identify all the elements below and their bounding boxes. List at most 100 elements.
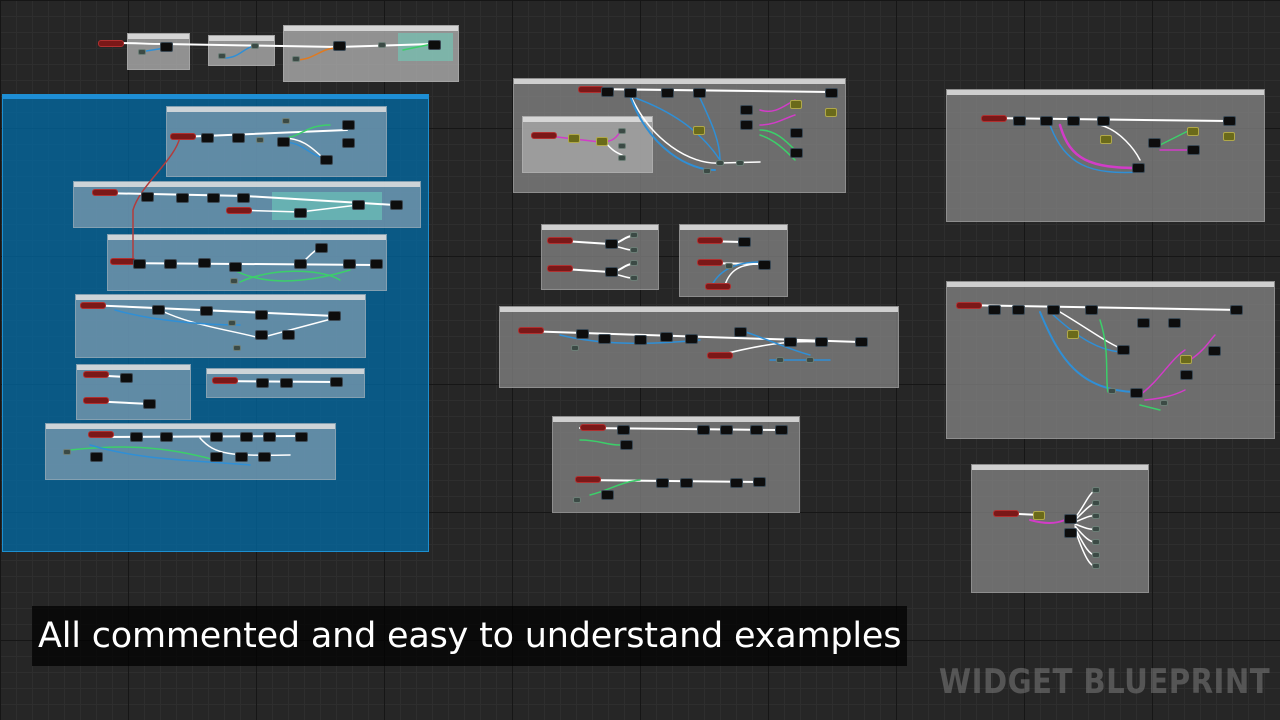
comment-box[interactable] [208, 35, 275, 66]
function-node[interactable] [576, 329, 589, 339]
function-node[interactable] [277, 137, 290, 147]
event-node[interactable] [83, 397, 109, 404]
function-node[interactable] [1180, 370, 1193, 380]
pure-node[interactable] [693, 126, 705, 135]
function-node[interactable] [775, 425, 788, 435]
variable-node[interactable] [1092, 552, 1100, 558]
event-node[interactable] [531, 132, 557, 139]
function-node[interactable] [200, 306, 213, 316]
function-node[interactable] [198, 258, 211, 268]
function-node[interactable] [1097, 116, 1110, 126]
function-node[interactable] [656, 478, 669, 488]
function-node[interactable] [1013, 116, 1026, 126]
function-node[interactable] [1064, 514, 1077, 524]
function-node[interactable] [133, 259, 146, 269]
event-node[interactable] [707, 352, 733, 359]
function-node[interactable] [620, 440, 633, 450]
variable-node[interactable] [1092, 513, 1100, 519]
function-node[interactable] [1132, 163, 1145, 173]
variable-node[interactable] [630, 260, 638, 266]
comment-box[interactable] [522, 116, 653, 173]
function-node[interactable] [328, 311, 341, 321]
function-node[interactable] [634, 335, 647, 345]
variable-node[interactable] [282, 118, 290, 124]
function-node[interactable] [753, 477, 766, 487]
function-node[interactable] [758, 260, 771, 270]
event-node[interactable] [575, 476, 601, 483]
event-node[interactable] [697, 237, 723, 244]
variable-node[interactable] [63, 449, 71, 455]
variable-node[interactable] [703, 168, 711, 174]
function-node[interactable] [784, 337, 797, 347]
function-node[interactable] [720, 425, 733, 435]
function-node[interactable] [1040, 116, 1053, 126]
function-node[interactable] [598, 334, 611, 344]
variable-node[interactable] [230, 278, 238, 284]
function-node[interactable] [342, 120, 355, 130]
variable-node[interactable] [571, 345, 579, 351]
function-node[interactable] [1187, 145, 1200, 155]
event-node[interactable] [547, 237, 573, 244]
function-node[interactable] [790, 148, 803, 158]
variable-node[interactable] [378, 42, 386, 48]
function-node[interactable] [160, 432, 173, 442]
function-node[interactable] [855, 337, 868, 347]
function-node[interactable] [815, 337, 828, 347]
function-node[interactable] [1230, 305, 1243, 315]
function-node[interactable] [685, 334, 698, 344]
event-node[interactable] [212, 377, 238, 384]
function-node[interactable] [120, 373, 133, 383]
function-node[interactable] [1168, 318, 1181, 328]
function-node[interactable] [1085, 305, 1098, 315]
function-node[interactable] [750, 425, 763, 435]
function-node[interactable] [320, 155, 333, 165]
variable-node[interactable] [1092, 526, 1100, 532]
variable-node[interactable] [233, 345, 241, 351]
comment-box[interactable] [679, 224, 788, 297]
event-node[interactable] [518, 327, 544, 334]
event-node[interactable] [226, 207, 252, 214]
pure-node[interactable] [1067, 330, 1079, 339]
function-node[interactable] [210, 452, 223, 462]
function-node[interactable] [1148, 138, 1161, 148]
event-node[interactable] [705, 283, 731, 290]
comment-box[interactable] [971, 464, 1149, 593]
variable-node[interactable] [1092, 563, 1100, 569]
variable-node[interactable] [806, 357, 814, 363]
function-node[interactable] [601, 87, 614, 97]
function-node[interactable] [605, 239, 618, 249]
function-node[interactable] [740, 120, 753, 130]
function-node[interactable] [141, 192, 154, 202]
function-node[interactable] [295, 432, 308, 442]
function-node[interactable] [738, 237, 751, 247]
event-node[interactable] [92, 189, 118, 196]
function-node[interactable] [282, 330, 295, 340]
event-node[interactable] [98, 40, 124, 47]
function-node[interactable] [825, 88, 838, 98]
variable-node[interactable] [736, 160, 744, 166]
function-node[interactable] [1130, 388, 1143, 398]
event-node[interactable] [80, 302, 106, 309]
variable-node[interactable] [630, 247, 638, 253]
function-node[interactable] [660, 332, 673, 342]
function-node[interactable] [734, 327, 747, 337]
function-node[interactable] [1012, 305, 1025, 315]
event-node[interactable] [697, 259, 723, 266]
pure-node[interactable] [1187, 127, 1199, 136]
comment-box[interactable] [499, 306, 899, 388]
function-node[interactable] [1223, 116, 1236, 126]
event-node[interactable] [83, 371, 109, 378]
event-node[interactable] [170, 133, 196, 140]
function-node[interactable] [605, 267, 618, 277]
event-node[interactable] [580, 424, 606, 431]
function-node[interactable] [235, 452, 248, 462]
variable-node[interactable] [228, 320, 236, 326]
function-node[interactable] [624, 88, 637, 98]
pure-node[interactable] [1180, 355, 1192, 364]
function-node[interactable] [428, 40, 441, 50]
function-node[interactable] [730, 478, 743, 488]
variable-node[interactable] [292, 56, 300, 62]
function-node[interactable] [790, 128, 803, 138]
function-node[interactable] [143, 399, 156, 409]
event-node[interactable] [88, 431, 114, 438]
